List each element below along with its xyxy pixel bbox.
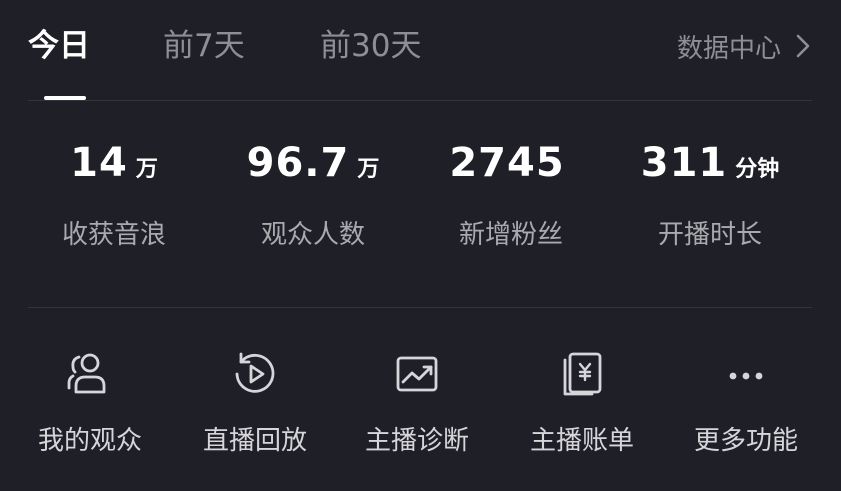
more-icon bbox=[729, 372, 763, 380]
chevron-right-icon bbox=[796, 34, 810, 58]
stats-row: 14 万 收获音浪 96.7 万 观众人数 2745 新增粉丝 311 分钟 开… bbox=[0, 140, 841, 270]
data-center-link[interactable]: 数据中心 bbox=[677, 26, 811, 66]
tabs-divider bbox=[28, 100, 812, 101]
time-range-tabs: 今日 前7天 前30天 数据中心 bbox=[0, 0, 841, 100]
stat-unit: 分钟 bbox=[735, 157, 780, 182]
streamer-diagnosis-button[interactable]: 主播诊断 bbox=[337, 348, 497, 457]
action-label: 主播诊断 bbox=[364, 426, 469, 456]
tab-today[interactable]: 今日 bbox=[28, 22, 90, 70]
stat-value: 96.7 bbox=[246, 140, 350, 186]
stat-value: 311 bbox=[640, 140, 728, 186]
stat-label: 收获音浪 bbox=[61, 220, 166, 250]
stat-live-duration[interactable]: 311 分钟 开播时长 bbox=[610, 140, 810, 251]
action-label: 直播回放 bbox=[202, 426, 307, 456]
stat-unit: 万 bbox=[357, 157, 380, 182]
more-features-button[interactable]: 更多功能 bbox=[666, 348, 826, 457]
stat-label: 开播时长 bbox=[657, 220, 762, 250]
data-center-label: 数据中心 bbox=[676, 33, 781, 64]
tab-last-30-days[interactable]: 前30天 bbox=[320, 22, 421, 70]
stat-value: 14 bbox=[70, 140, 128, 186]
live-replay-button[interactable]: 直播回放 bbox=[175, 348, 335, 457]
action-label: 更多功能 bbox=[693, 426, 798, 456]
stat-unit: 万 bbox=[135, 157, 158, 182]
streamer-bill-button[interactable]: 主播账单 bbox=[502, 348, 662, 457]
tab-last-7-days[interactable]: 前7天 bbox=[163, 22, 245, 70]
bill-icon bbox=[563, 352, 602, 396]
stat-label: 观众人数 bbox=[260, 220, 365, 250]
stats-divider bbox=[28, 307, 812, 308]
stat-value: 2745 bbox=[449, 140, 565, 186]
quick-actions: 我的观众 直播回放 主播诊断 主播账单 更多功能 bbox=[0, 348, 841, 478]
stat-viewers[interactable]: 96.7 万 观众人数 bbox=[213, 140, 413, 251]
my-audience-button[interactable]: 我的观众 bbox=[10, 348, 170, 457]
stat-label: 新增粉丝 bbox=[458, 220, 563, 250]
replay-icon bbox=[235, 352, 275, 393]
stat-sound-waves[interactable]: 14 万 收获音浪 bbox=[14, 140, 214, 251]
diagnosis-icon bbox=[396, 356, 438, 392]
action-label: 主播账单 bbox=[529, 426, 634, 456]
action-label: 我的观众 bbox=[37, 426, 142, 456]
stat-new-followers[interactable]: 2745 新增粉丝 bbox=[411, 140, 611, 251]
audience-icon bbox=[67, 353, 106, 394]
